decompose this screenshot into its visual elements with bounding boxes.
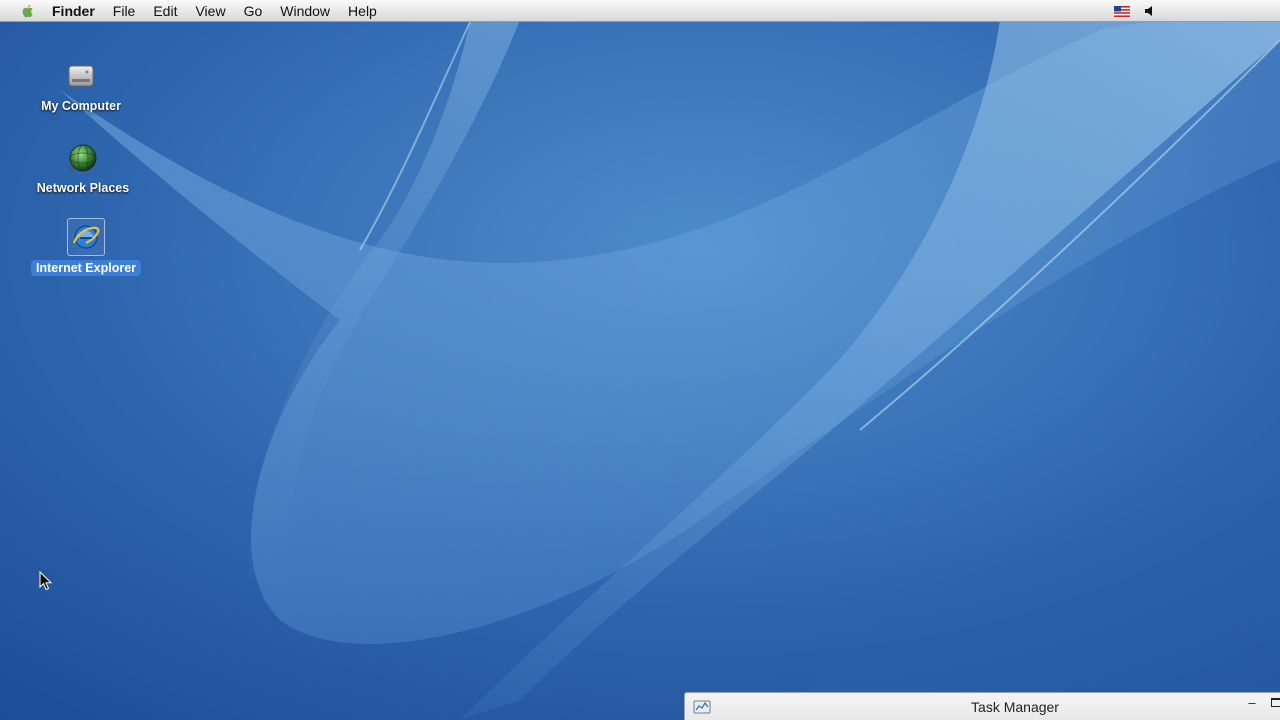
maximize-icon[interactable] bbox=[1271, 698, 1280, 707]
desktop-wallpaper bbox=[0, 0, 1280, 720]
desktop-icon-label: Network Places bbox=[36, 181, 130, 195]
desktop-icon-label: My Computer bbox=[41, 99, 121, 113]
menu-bar: Finder File Edit View Go Window Help bbox=[0, 0, 1280, 22]
minimize-icon[interactable]: – bbox=[1245, 696, 1259, 711]
window-title: Task Manager bbox=[971, 699, 1059, 715]
desktop-icon-my-computer[interactable]: My Computer bbox=[21, 58, 141, 114]
menu-view[interactable]: View bbox=[186, 0, 234, 22]
menu-file[interactable]: File bbox=[104, 0, 145, 22]
us-flag-icon[interactable] bbox=[1114, 5, 1130, 17]
desktop-icon-label: Internet Explorer bbox=[30, 260, 142, 276]
desktop-icon-network-places[interactable]: Network Places bbox=[23, 140, 143, 196]
network-globe-icon bbox=[65, 140, 101, 176]
internet-explorer-icon bbox=[67, 218, 105, 256]
menu-finder[interactable]: Finder bbox=[48, 0, 104, 22]
hard-drive-icon bbox=[63, 58, 99, 94]
desktop: Finder File Edit View Go Window Help My … bbox=[0, 0, 1280, 720]
mouse-pointer-icon bbox=[39, 571, 53, 591]
menu-help[interactable]: Help bbox=[339, 0, 386, 22]
task-manager-window[interactable]: Task Manager – bbox=[684, 692, 1280, 720]
apple-logo-icon[interactable] bbox=[20, 3, 36, 19]
volume-icon[interactable] bbox=[1144, 5, 1156, 17]
menu-go[interactable]: Go bbox=[235, 0, 272, 22]
desktop-icon-internet-explorer[interactable]: Internet Explorer bbox=[26, 218, 146, 276]
menu-extras bbox=[1114, 0, 1156, 22]
menu-window[interactable]: Window bbox=[271, 0, 339, 22]
menu-edit[interactable]: Edit bbox=[144, 0, 186, 22]
